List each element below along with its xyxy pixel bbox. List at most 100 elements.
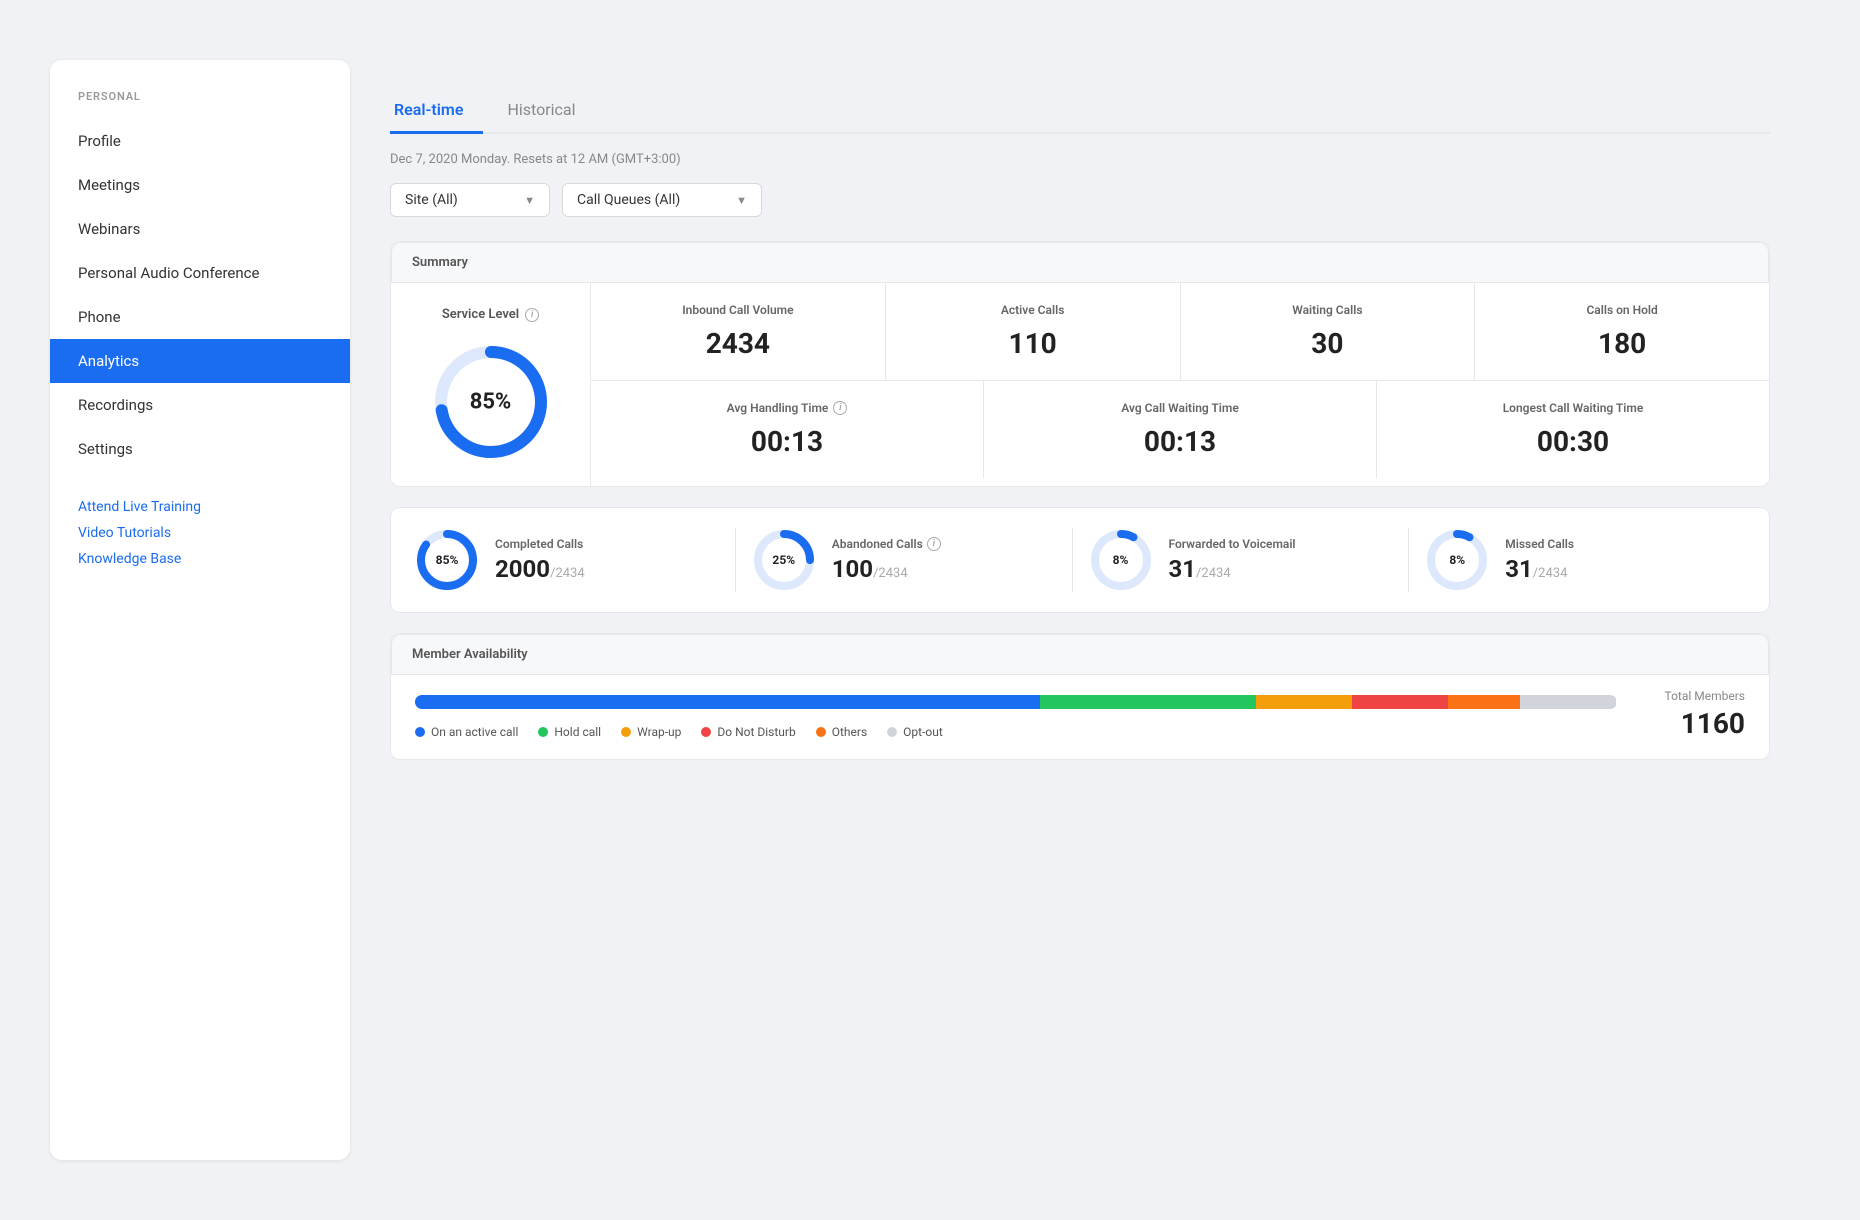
availability-bar (415, 695, 1617, 709)
sidebar-item-webinars[interactable]: Webinars (50, 207, 350, 251)
small-donut-label-completed-calls: 85% (436, 553, 459, 567)
legend-dot-on-active-call (415, 727, 425, 737)
call-stat-info-completed-calls: Completed Calls 2000/2434 (495, 537, 585, 583)
stats-row-1: Inbound Call Volume 2434 Active Calls 11… (591, 283, 1769, 381)
call-stat-name-missed-calls: Missed Calls (1505, 537, 1574, 551)
legend-item-on-active-call: On an active call (415, 725, 518, 739)
availability-section-label: Member Availability (391, 634, 1769, 675)
stat-value-avg-handling-time: 00:13 (751, 425, 823, 458)
legend-item-others: Others (816, 725, 867, 739)
service-level-info-icon: i (525, 308, 539, 322)
call-stat-item-completed-calls: 85% Completed Calls 2000/2434 (415, 528, 736, 592)
legend-item-hold-call: Hold call (538, 725, 601, 739)
service-level-card: Service Level i 85% (391, 283, 591, 486)
legend-dot-opt-out (887, 727, 897, 737)
small-donut-missed-calls: 8% (1425, 528, 1489, 592)
stat-label-avg-handling-time: Avg Handling Timei (727, 401, 848, 415)
tabs-bar: Real-time Historical (390, 90, 1770, 134)
call-queues-filter-label: Call Queues (All) (577, 192, 680, 208)
tab-historical[interactable]: Historical (503, 90, 595, 134)
call-stat-name-completed-calls: Completed Calls (495, 537, 585, 551)
call-stat-info-icon: i (927, 537, 941, 551)
service-level-value: 85% (470, 390, 512, 415)
availability-segment-on-active-call (415, 695, 1040, 709)
legend-item-wrap-up: Wrap-up (621, 725, 681, 739)
sidebar-item-personal-audio-conference[interactable]: Personal Audio Conference (50, 251, 350, 295)
stats-grid: Inbound Call Volume 2434 Active Calls 11… (591, 283, 1769, 486)
availability-segment-others (1448, 695, 1520, 709)
stat-cell-waiting-calls: Waiting Calls 30 (1181, 283, 1476, 380)
small-donut-completed-calls: 85% (415, 528, 479, 592)
site-filter-label: Site (All) (405, 192, 458, 208)
stat-value-calls-on-hold: 180 (1598, 327, 1646, 360)
legend-dot-others (816, 727, 826, 737)
stat-value-waiting-calls: 30 (1311, 327, 1343, 360)
stat-cell-avg-handling-time: Avg Handling Timei 00:13 (591, 381, 984, 478)
availability-bar-section: On an active call Hold call Wrap-up Do N… (391, 675, 1641, 759)
sidebar-item-analytics[interactable]: Analytics (50, 339, 350, 383)
legend-item-do-not-disturb: Do Not Disturb (701, 725, 795, 739)
legend-label-opt-out: Opt-out (903, 725, 943, 739)
legend-dot-do-not-disturb (701, 727, 711, 737)
stat-value-inbound-call-volume: 2434 (706, 327, 770, 360)
small-donut-label-missed-calls: 8% (1449, 553, 1465, 567)
call-stat-item-forwarded-to-voicemail: 8% Forwarded to Voicemail 31/2434 (1073, 528, 1410, 592)
availability-section: Member Availability On an active call Ho… (390, 633, 1770, 760)
availability-total: Total Members 1160 (1641, 675, 1770, 759)
sidebar-link-video-tutorials[interactable]: Video Tutorials (78, 525, 322, 541)
small-donut-label-forwarded-to-voicemail: 8% (1113, 553, 1129, 567)
call-stat-value-forwarded-to-voicemail: 31/2434 (1169, 555, 1296, 583)
stat-value-active-calls: 110 (1009, 327, 1057, 360)
tab-realtime[interactable]: Real-time (390, 90, 483, 134)
legend-label-others: Others (832, 725, 867, 739)
total-members-value: 1160 (1665, 707, 1746, 740)
availability-segment-do-not-disturb (1352, 695, 1448, 709)
availability-segment-wrap-up (1256, 695, 1352, 709)
stat-label-waiting-calls: Waiting Calls (1292, 303, 1362, 317)
main-content: Real-timeHistorical Dec 7, 2020 Monday. … (350, 60, 1810, 1160)
site-filter[interactable]: Site (All) ▼ (390, 183, 550, 217)
sidebar-item-phone[interactable]: Phone (50, 295, 350, 339)
sidebar-item-profile[interactable]: Profile (50, 119, 350, 163)
site-filter-chevron: ▼ (524, 194, 535, 207)
summary-inner: Service Level i 85% Inbound Call Volume … (391, 283, 1769, 486)
legend-item-opt-out: Opt-out (887, 725, 943, 739)
call-stat-item-abandoned-calls: 25% Abandoned Callsi 100/2434 (736, 528, 1073, 592)
stat-cell-longest-call-waiting-time: Longest Call Waiting Time 00:30 (1377, 381, 1769, 478)
summary-section: Summary Service Level i 85% (390, 241, 1770, 487)
availability-legend: On an active call Hold call Wrap-up Do N… (415, 725, 1617, 739)
legend-dot-wrap-up (621, 727, 631, 737)
call-stat-item-missed-calls: 8% Missed Calls 31/2434 (1409, 528, 1745, 592)
stat-label-longest-call-waiting-time: Longest Call Waiting Time (1503, 401, 1644, 415)
stat-value-avg-call-waiting-time: 00:13 (1144, 425, 1216, 458)
availability-inner: On an active call Hold call Wrap-up Do N… (391, 675, 1769, 759)
sidebar-link-attend-live-training[interactable]: Attend Live Training (78, 499, 322, 515)
stat-info-icon: i (833, 401, 847, 415)
call-stat-total-completed-calls: /2434 (550, 566, 585, 581)
call-stat-total-abandoned-calls: /2434 (873, 566, 908, 581)
call-queues-filter[interactable]: Call Queues (All) ▼ (562, 183, 762, 217)
stat-label-active-calls: Active Calls (1001, 303, 1065, 317)
call-stat-name-abandoned-calls: Abandoned Callsi (832, 537, 941, 551)
sidebar-item-recordings[interactable]: Recordings (50, 383, 350, 427)
stat-cell-calls-on-hold: Calls on Hold 180 (1475, 283, 1769, 380)
legend-dot-hold-call (538, 727, 548, 737)
sidebar-item-settings[interactable]: Settings (50, 427, 350, 471)
stat-label-inbound-call-volume: Inbound Call Volume (682, 303, 793, 317)
total-members-label: Total Members (1665, 689, 1746, 703)
call-stat-value-completed-calls: 2000/2434 (495, 555, 585, 583)
legend-label-on-active-call: On an active call (431, 725, 518, 739)
stat-cell-avg-call-waiting-time: Avg Call Waiting Time 00:13 (984, 381, 1377, 478)
legend-label-wrap-up: Wrap-up (637, 725, 681, 739)
summary-section-label: Summary (391, 242, 1769, 283)
service-level-donut: 85% (431, 342, 551, 462)
small-donut-forwarded-to-voicemail: 8% (1089, 528, 1153, 592)
call-stat-value-abandoned-calls: 100/2434 (832, 555, 941, 583)
sidebar-link-knowledge-base[interactable]: Knowledge Base (78, 551, 322, 567)
sidebar-item-meetings[interactable]: Meetings (50, 163, 350, 207)
sidebar-section-label: PERSONAL (50, 90, 350, 119)
stats-row-2: Avg Handling Timei 00:13 Avg Call Waitin… (591, 381, 1769, 478)
sidebar-nav: ProfileMeetingsWebinarsPersonal Audio Co… (50, 119, 350, 471)
small-donut-abandoned-calls: 25% (752, 528, 816, 592)
call-stat-info-forwarded-to-voicemail: Forwarded to Voicemail 31/2434 (1169, 537, 1296, 583)
